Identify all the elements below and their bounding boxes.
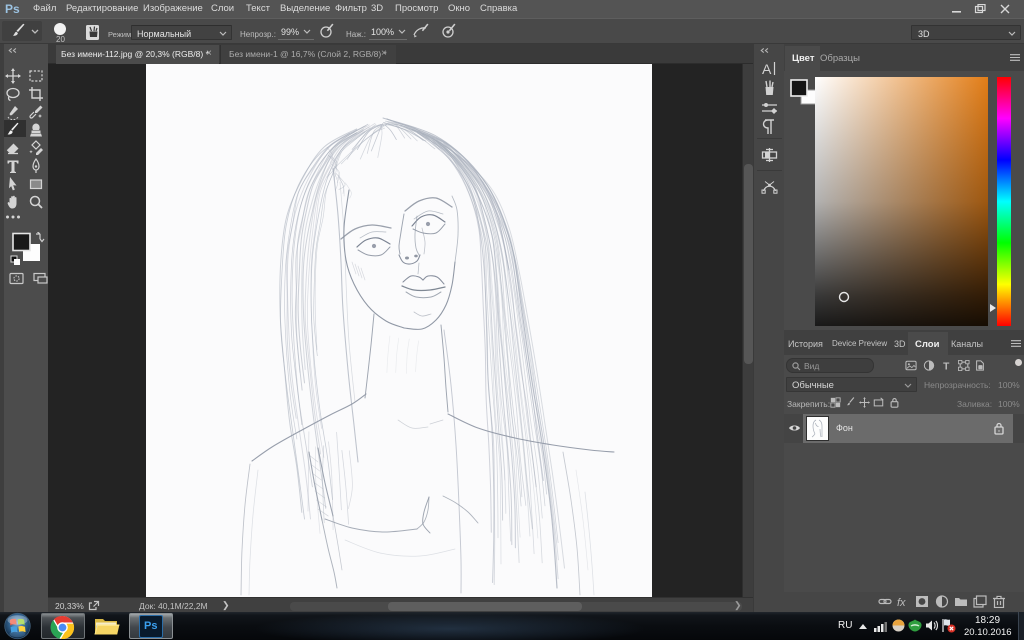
svg-text:A: A [762,61,772,77]
svg-text:T: T [943,361,950,371]
svg-text:fx: fx [897,597,906,608]
